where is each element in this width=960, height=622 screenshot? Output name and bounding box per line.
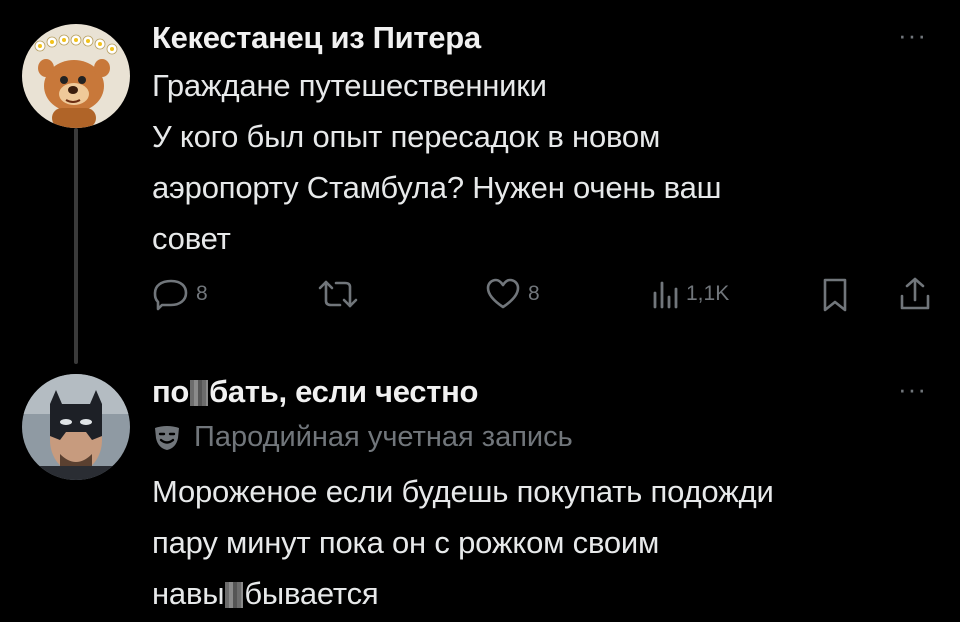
views-count: 1,1K [686,282,730,305]
reply-author-name[interactable]: по бать, если честно [152,374,478,410]
post-text-line: У кого был опыт пересадок в новом [152,119,661,154]
reply-text-line: навы бывается [152,568,774,619]
views-button[interactable]: 1,1K [650,277,729,311]
censor-blur [225,582,244,608]
reply-text-line: пару минут пока он с рожком своим [152,525,660,560]
reply-author-avatar[interactable] [22,374,130,480]
post-text-line: аэропорту Стамбула? Нужен очень ваш [152,170,722,205]
like-count: 8 [528,282,540,305]
post-text-line: совет [152,221,231,256]
post-author-avatar[interactable] [22,24,130,128]
reply-text-line: Мороженое если будешь покупать подожди [152,474,774,509]
theater-mask-icon [155,425,179,450]
post-more-options-button[interactable]: ··· [898,22,927,48]
reply-text-part: бывается [244,576,379,611]
post-text-line: Граждане путешественники [152,68,547,103]
like-button[interactable]: 8 [484,277,540,311]
bookmark-icon [823,278,847,312]
repost-arrows-icon [318,280,358,308]
reply-text: Мороженое если будешь покупать подожди п… [152,466,774,619]
speech-bubble-icon [153,279,188,311]
parody-account-label: Пародийная учетная запись [152,421,573,454]
parody-label-text: Пародийная учетная запись [194,421,573,453]
share-button[interactable] [898,276,932,312]
heart-icon [486,278,520,309]
thread-connector-line [74,128,78,364]
reply-more-options-button[interactable]: ··· [898,376,927,402]
reply-author-name-part: бать, если честно [209,374,479,409]
bookmark-button[interactable] [820,277,850,313]
post-author-name[interactable]: Кекестанец из Питера [152,20,481,56]
censor-blur [190,380,209,406]
reply-author-name-part: по [152,374,190,409]
post-text: Граждане путешественники У кого был опыт… [152,60,722,264]
repost-button[interactable] [316,277,360,311]
bar-chart-icon [653,281,678,309]
share-icon [900,277,930,310]
reply-count: 8 [196,282,208,305]
reply-text-part: навы [152,576,225,611]
reply-button[interactable]: 8 [152,277,208,311]
